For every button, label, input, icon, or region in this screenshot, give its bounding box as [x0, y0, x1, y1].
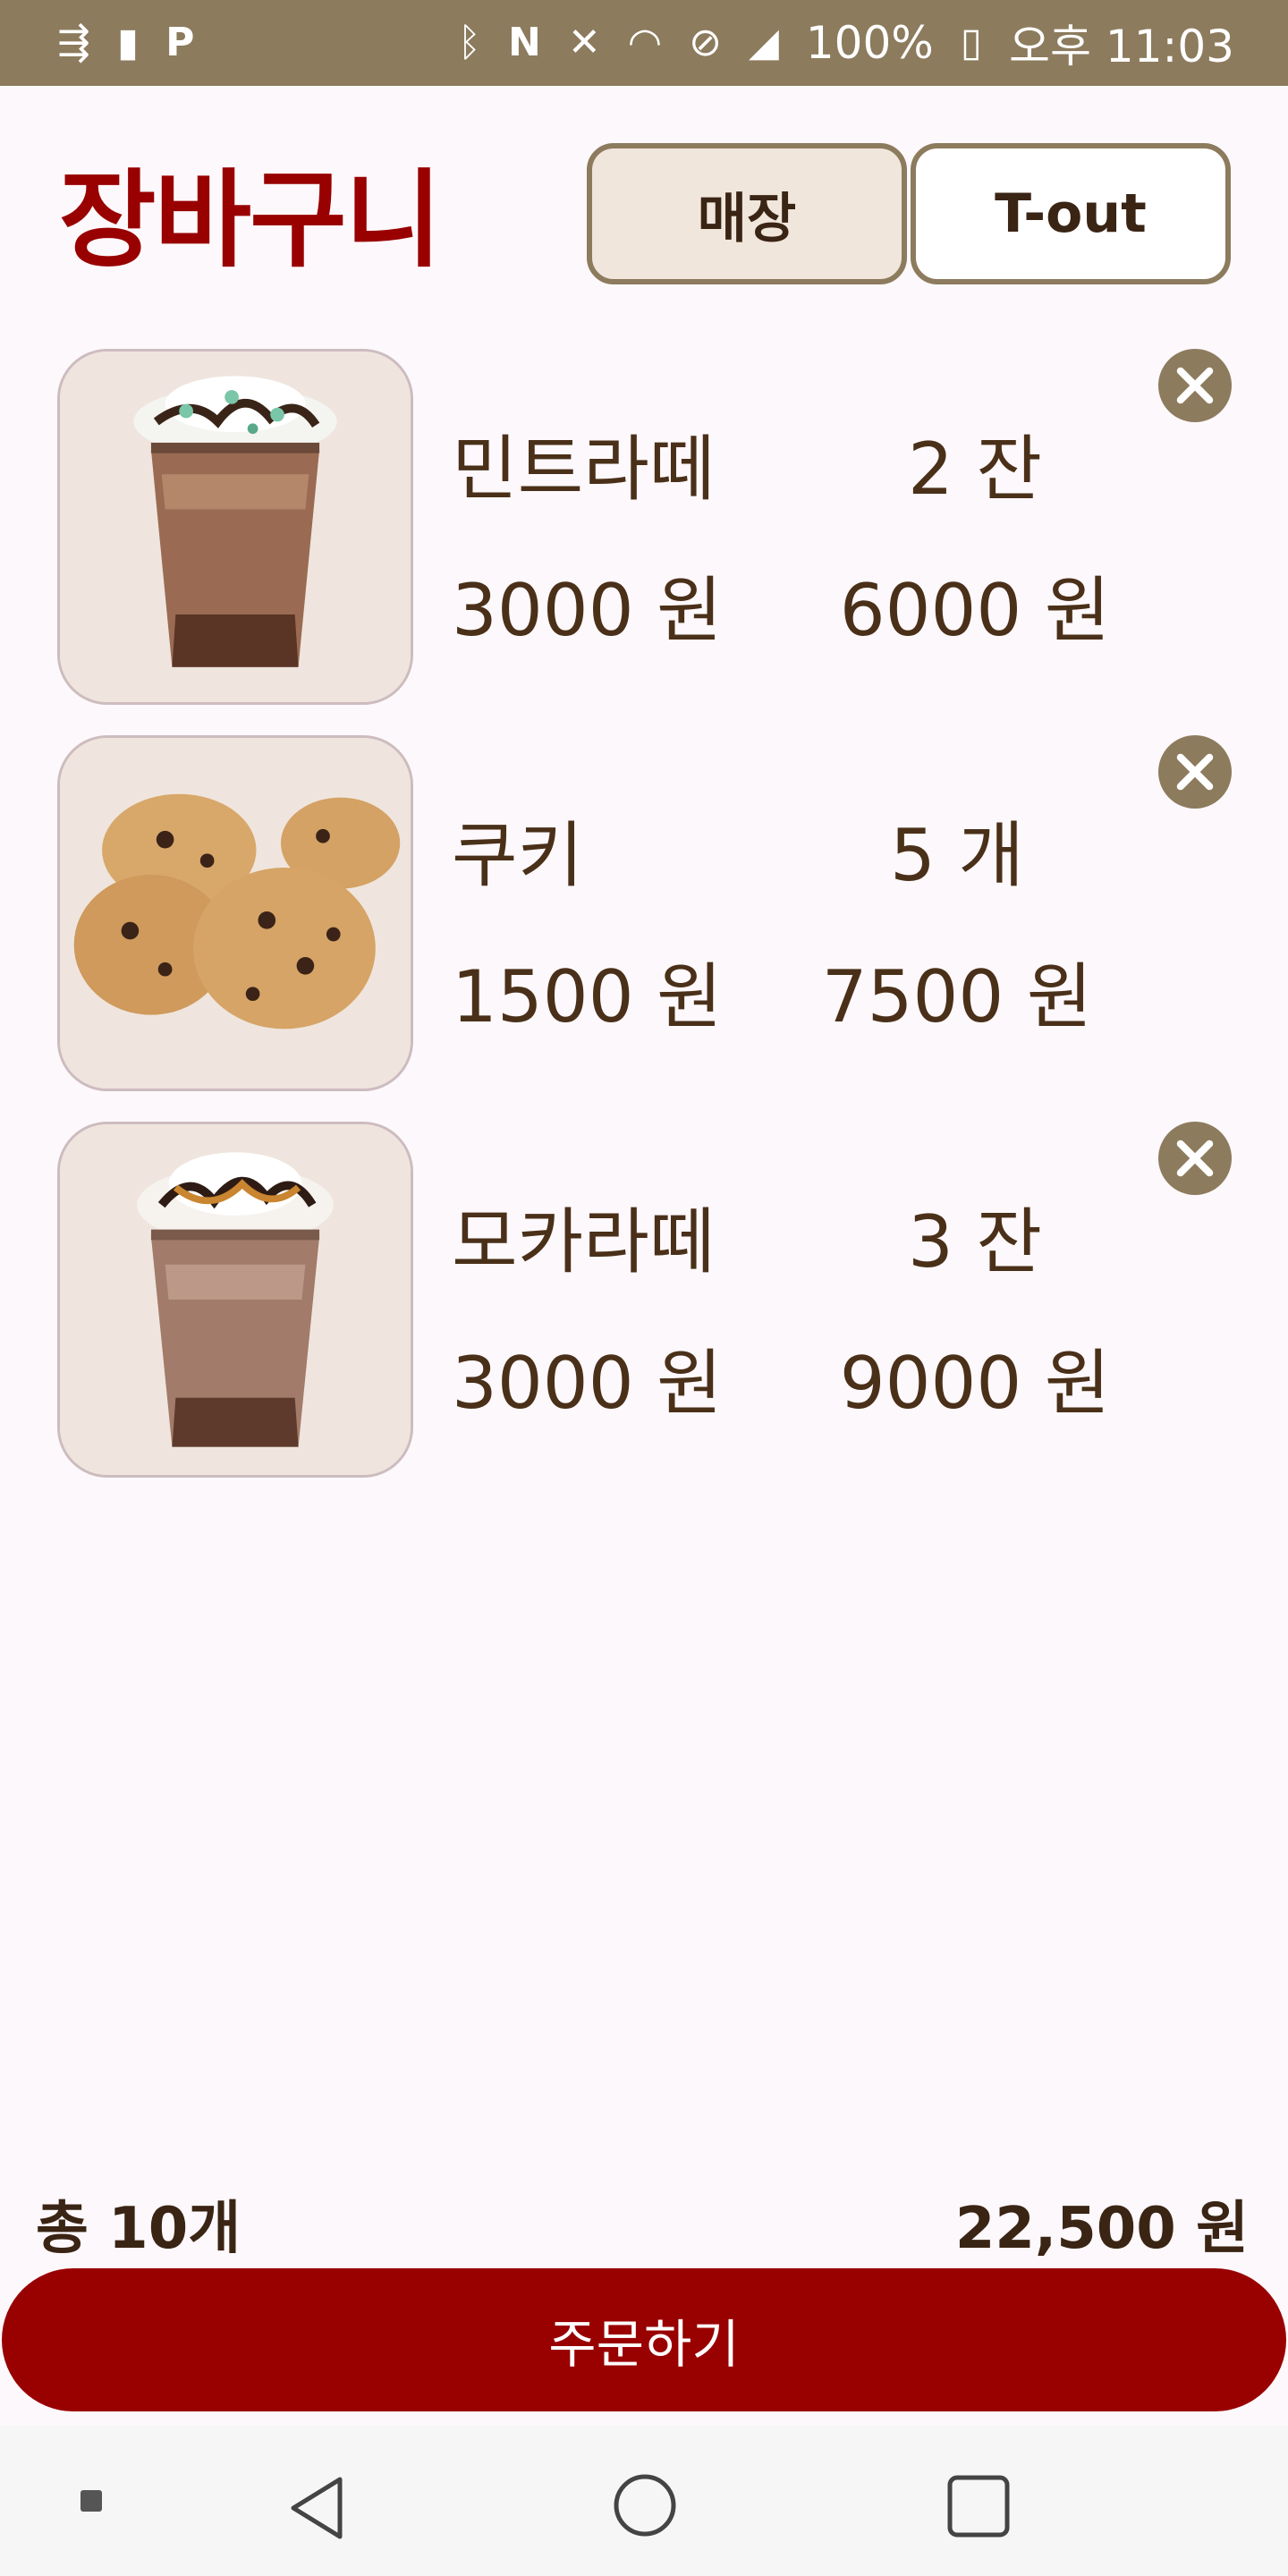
dine-in-toggle[interactable]: 매장 [587, 143, 907, 284]
status-bar: ⇶ ▮ P ᛒ N ✕ ◠ ⊘ ◢ 100% ▯ 오후 11:03 [0, 0, 1288, 86]
takeout-toggle[interactable]: T-out [911, 143, 1231, 284]
product-image-cookie [57, 735, 413, 1091]
bluetooth-icon: ᛒ [457, 20, 481, 65]
back-icon[interactable] [286, 2474, 349, 2542]
item-subtotal: 9000 원 [839, 1342, 1111, 1425]
total-price: 22,500 원 [954, 2196, 1249, 2262]
cart-item: 민트라떼 2 잔 3000 원 6000 원 [0, 349, 1288, 707]
status-left-icons: ⇶ ▮ P [57, 23, 194, 63]
item-subtotal: 6000 원 [839, 569, 1111, 652]
signal-icon: ◢ [748, 20, 779, 65]
item-quantity: 2 잔 [908, 428, 1042, 511]
remove-item-button[interactable] [1158, 735, 1232, 809]
item-unit-price: 1500 원 [452, 955, 723, 1038]
status-right-icons: ᛒ N ✕ ◠ ⊘ ◢ 100% ▯ 오후 11:03 [458, 11, 1234, 75]
cart-item: 쿠키 5 개 1500 원 7500 원 [0, 735, 1288, 1093]
status-time: 오후 11:03 [1009, 21, 1234, 72]
close-icon [1176, 753, 1214, 791]
item-unit-price: 3000 원 [452, 569, 723, 652]
remove-item-button[interactable] [1158, 349, 1232, 422]
mute-icon: ✕ [567, 20, 601, 65]
item-name: 쿠키 [452, 814, 584, 897]
no-sim-icon: ⊘ [689, 20, 722, 65]
total-count: 총 10개 [36, 2196, 242, 2262]
remove-item-button[interactable] [1158, 1122, 1232, 1195]
product-image-mocha-latte [57, 1122, 413, 1478]
item-name: 모카라떼 [452, 1200, 716, 1284]
home-icon[interactable] [612, 2472, 678, 2538]
system-nav-bar [0, 2426, 1288, 2576]
charging-battery-icon: ▯ [960, 20, 982, 65]
item-unit-price: 3000 원 [452, 1342, 723, 1425]
product-image-mint-latte [57, 349, 413, 705]
close-icon [1176, 367, 1214, 404]
recent-dot-icon[interactable] [79, 2488, 104, 2513]
wifi-icon: ◠ [627, 20, 663, 65]
item-subtotal: 7500 원 [821, 955, 1093, 1038]
page-title: 장바구니 [59, 158, 442, 282]
battery-saver-icon: ▮ [116, 20, 140, 65]
overview-icon[interactable] [946, 2474, 1011, 2538]
item-quantity: 3 잔 [908, 1200, 1042, 1284]
item-quantity: 5 개 [890, 814, 1024, 897]
close-icon [1176, 1140, 1214, 1177]
cart-item: 모카라떼 3 잔 3000 원 9000 원 [0, 1122, 1288, 1479]
item-name: 민트라떼 [452, 428, 716, 511]
nfc-icon: N [508, 20, 541, 65]
order-button[interactable]: 주문하기 [2, 2268, 1286, 2411]
usb-icon: ⇶ [57, 20, 90, 65]
parking-icon: P [165, 20, 195, 65]
battery-percent: 100% [805, 17, 934, 69]
